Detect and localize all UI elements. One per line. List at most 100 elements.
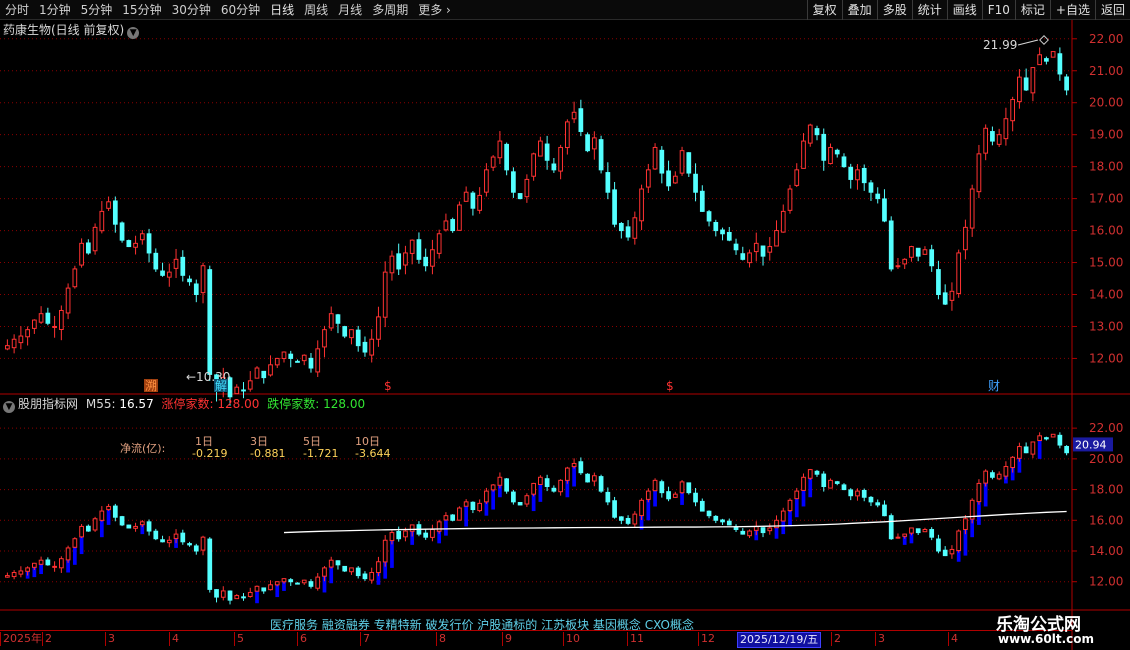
price-candle-body bbox=[565, 121, 570, 149]
tab-weekly[interactable]: 周线 bbox=[299, 0, 333, 20]
price-candle-body bbox=[942, 292, 948, 305]
date-label: 4 bbox=[169, 632, 179, 646]
indicator-candle-body bbox=[342, 565, 348, 572]
indicator-candle-body bbox=[247, 591, 253, 597]
price-candle-body bbox=[45, 312, 51, 324]
price-candle-body bbox=[180, 256, 186, 276]
price-candle-body bbox=[133, 242, 138, 248]
indicator-candle-body bbox=[585, 473, 590, 483]
price-candle-body bbox=[497, 140, 503, 159]
indicator-candle-body bbox=[1037, 435, 1042, 442]
indicator-candle-body bbox=[915, 528, 921, 534]
overlay-button[interactable]: 叠加 bbox=[841, 0, 877, 20]
add-favorite-button[interactable]: +自选 bbox=[1049, 0, 1095, 20]
indicator-candle-body bbox=[106, 505, 111, 511]
price-candle-body bbox=[834, 149, 840, 155]
price-candle-body bbox=[585, 134, 590, 152]
event-marker: 财 bbox=[988, 379, 1000, 393]
indicator-candle-body bbox=[52, 565, 57, 568]
indicator-candle-body bbox=[139, 521, 145, 526]
adjust-button[interactable]: 复权 bbox=[806, 0, 842, 20]
price-candle-body bbox=[416, 239, 422, 260]
price-candle-body bbox=[963, 226, 968, 251]
price-candle-body bbox=[160, 270, 165, 276]
limit-up-value: 128.00 bbox=[217, 397, 260, 411]
price-candle-body bbox=[625, 226, 631, 238]
price-candle-body bbox=[733, 243, 739, 251]
indicator-candle-body bbox=[909, 527, 914, 534]
price-candle-body bbox=[760, 245, 766, 257]
price-candle-body bbox=[382, 271, 388, 318]
draw-line-button[interactable]: 画线 bbox=[946, 0, 982, 20]
indicator-candle-body bbox=[578, 461, 584, 474]
tab-15min[interactable]: 15分钟 bbox=[117, 0, 166, 20]
tab-multi-period[interactable]: 多周期 bbox=[367, 0, 413, 20]
indicator-candle-body bbox=[612, 500, 617, 518]
price-candle-body bbox=[477, 194, 483, 211]
net-flow-label: 净流(亿): bbox=[120, 442, 166, 455]
price-candle-body bbox=[504, 143, 509, 171]
price-candle-body bbox=[693, 173, 698, 193]
price-candle-body bbox=[79, 242, 84, 266]
indicator-candle-body bbox=[895, 536, 901, 539]
tab-monthly[interactable]: 月线 bbox=[333, 0, 367, 20]
price-candle-body bbox=[193, 283, 199, 295]
tab-more[interactable]: 更多 › bbox=[413, 0, 455, 20]
indicator-candle-body bbox=[301, 579, 307, 584]
event-marker: $ bbox=[384, 379, 392, 393]
indicator-candle-body bbox=[436, 521, 442, 532]
price-candle-body bbox=[747, 252, 752, 264]
indicator-candle-body bbox=[457, 507, 462, 521]
indicator-candle-body bbox=[882, 504, 887, 517]
chevron-down-icon[interactable]: ▼ bbox=[127, 27, 140, 39]
indicator-candle-body bbox=[605, 491, 611, 503]
price-candle-body bbox=[295, 360, 300, 363]
net-flow-5d: 5日 -1.721 bbox=[303, 436, 338, 460]
indicator-candle-body bbox=[983, 470, 989, 484]
price-candle-body bbox=[106, 201, 111, 209]
price-candle-body bbox=[288, 353, 294, 359]
tab-daily[interactable]: 日线 bbox=[265, 0, 299, 20]
price-candle-body bbox=[11, 338, 17, 349]
price-candle-body bbox=[32, 319, 37, 329]
chart-canvas[interactable]: 22.00 21.00 20.00 19.00 18.00 17.00 16.00 15.00… bbox=[0, 20, 1130, 650]
price-candle-body bbox=[173, 258, 179, 269]
diamond-icon bbox=[1039, 35, 1049, 45]
current-value-text: 20.94 bbox=[1075, 438, 1107, 451]
price-candle-body bbox=[308, 357, 314, 369]
limit-down-label: 跌停家数: bbox=[267, 397, 320, 411]
indicator-candle-body bbox=[470, 501, 476, 511]
indicator-candle-body bbox=[484, 490, 489, 503]
tab-30min[interactable]: 30分钟 bbox=[167, 0, 216, 20]
statistics-button[interactable]: 统计 bbox=[911, 0, 947, 20]
price-candle-body bbox=[484, 169, 489, 193]
date-label: 3 bbox=[105, 632, 115, 646]
indicator-candle-body bbox=[126, 524, 132, 529]
date-label-selected[interactable]: 2025/12/19/五 bbox=[737, 632, 822, 648]
price-candle-body bbox=[598, 139, 604, 171]
tab-60min[interactable]: 60分钟 bbox=[216, 0, 265, 20]
multi-stock-button[interactable]: 多股 bbox=[876, 0, 912, 20]
tab-5min[interactable]: 5分钟 bbox=[76, 0, 118, 20]
back-button[interactable]: 返回 bbox=[1094, 0, 1130, 20]
indicator-candle-body bbox=[25, 567, 30, 572]
price-candle-body bbox=[1044, 58, 1049, 62]
chevron-down-icon[interactable]: ▼ bbox=[3, 401, 15, 413]
f10-button[interactable]: F10 bbox=[981, 0, 1015, 20]
indicator-candle-body bbox=[308, 581, 314, 587]
price-candle-body bbox=[315, 348, 321, 373]
tab-more-label: 更多 bbox=[418, 2, 443, 17]
price-candle-body bbox=[787, 188, 793, 211]
date-label: 4 bbox=[948, 632, 958, 646]
price-candle-body bbox=[463, 191, 469, 202]
indicator-candle-body bbox=[463, 501, 469, 507]
mark-button[interactable]: 标记 bbox=[1014, 0, 1050, 20]
indicator-candle-body bbox=[659, 481, 665, 494]
price-candle-body bbox=[915, 247, 921, 257]
tab-intraday[interactable]: 分时 bbox=[0, 0, 34, 20]
price-candle-body bbox=[666, 170, 671, 187]
chart-title[interactable]: 药康生物(日线 前复权) ▼ bbox=[3, 23, 140, 39]
date-label: 2 bbox=[42, 632, 52, 646]
indicator-candle-body bbox=[166, 539, 172, 544]
tab-1min[interactable]: 1分钟 bbox=[34, 0, 76, 20]
